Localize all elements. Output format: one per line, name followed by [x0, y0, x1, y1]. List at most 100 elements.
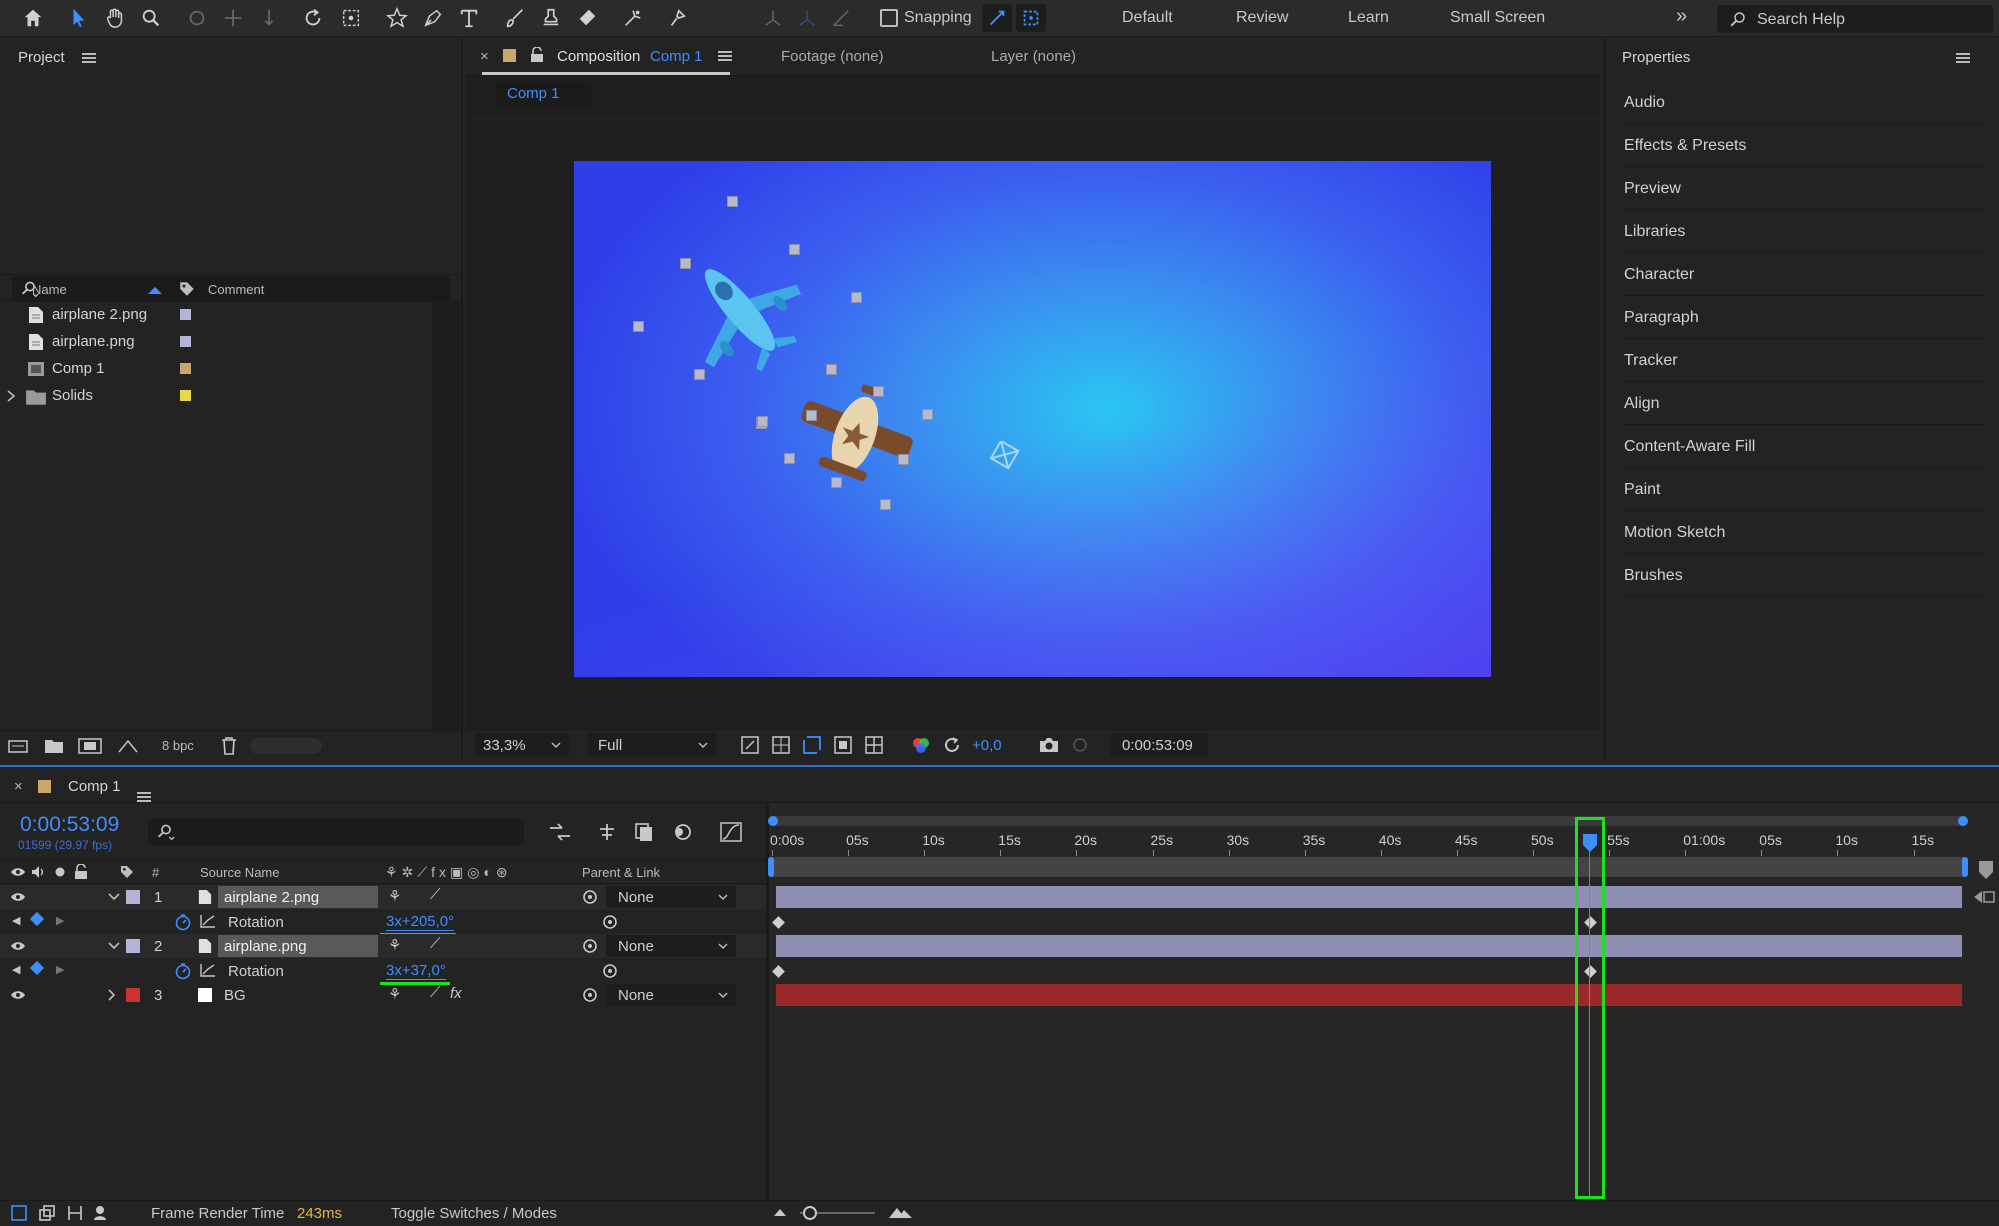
transform-handle[interactable] [784, 453, 795, 464]
new-composition-icon[interactable] [78, 737, 102, 755]
chevron-down-icon[interactable] [108, 893, 120, 901]
transform-handle[interactable] [922, 409, 933, 420]
search-help-field[interactable]: Search Help [1717, 5, 1993, 33]
label-color-swatch[interactable] [126, 988, 140, 1002]
close-tab-icon[interactable]: × [14, 778, 23, 795]
shy-switch-icon[interactable]: ⚘ [388, 985, 401, 1003]
motion-blur-icon[interactable] [671, 821, 693, 843]
panel-item-libraries[interactable]: Libraries [1624, 210, 1984, 253]
chevron-down-icon[interactable] [108, 942, 120, 950]
sort-ascending-icon[interactable] [146, 285, 164, 295]
snap-features-icon[interactable] [1016, 4, 1046, 32]
hand-tool-icon[interactable] [100, 4, 130, 32]
panel-item-motion-sketch[interactable]: Motion Sketch [1624, 511, 1984, 554]
parent-dropdown[interactable]: None [606, 935, 736, 957]
list-item[interactable]: Comp 1 [0, 355, 440, 382]
eye-icon[interactable] [10, 891, 26, 903]
transparency-grid-icon[interactable] [771, 735, 791, 755]
label-color-swatch[interactable] [180, 390, 191, 401]
panel-item-preview[interactable]: Preview [1624, 167, 1984, 210]
column-header-comment[interactable]: Comment [208, 282, 264, 297]
timeline-search-input[interactable] [148, 819, 524, 845]
panel-item-align[interactable]: Align [1624, 382, 1984, 425]
thumbnail-size-slider[interactable] [250, 738, 322, 754]
layer-bar-airplane-2[interactable] [776, 886, 1962, 908]
layer-row[interactable]: 3 BG ⚘ ⟋ fx None [0, 983, 770, 1007]
transform-handle[interactable] [680, 258, 691, 269]
comp-button-icon[interactable] [1972, 888, 1996, 906]
grid-guides-icon[interactable] [864, 735, 884, 755]
render-time-icon[interactable] [92, 1204, 112, 1222]
pick-whip-icon[interactable] [602, 914, 618, 930]
transfer-controls-icon[interactable] [38, 1204, 56, 1222]
fast-previews-icon[interactable] [740, 735, 760, 755]
stopwatch-icon[interactable] [174, 962, 192, 980]
navigator-start-handle[interactable] [768, 816, 778, 826]
transform-handle[interactable] [826, 364, 837, 375]
orbit-tool-icon[interactable] [182, 4, 212, 32]
project-settings-icon[interactable] [116, 737, 140, 755]
audio-icon[interactable] [30, 865, 46, 879]
pick-whip-icon[interactable] [602, 963, 618, 979]
comp-mini-flowchart-icon[interactable] [548, 822, 572, 842]
prev-keyframe-icon[interactable]: ◀ [12, 914, 20, 927]
layer-name-field[interactable]: airplane.png [218, 935, 378, 957]
trash-icon[interactable] [220, 736, 238, 756]
label-color-swatch[interactable] [180, 336, 191, 347]
pick-whip-icon[interactable] [582, 938, 598, 954]
snap-edges-icon[interactable] [982, 4, 1012, 32]
property-row[interactable]: ◀ ▶ Rotation 3x+37,0° [0, 959, 770, 985]
solo-icon[interactable] [54, 866, 66, 878]
transform-handle[interactable] [851, 292, 862, 303]
timeline-current-time[interactable]: 0:00:53:09 [20, 813, 119, 837]
graph-editor-icon[interactable] [719, 821, 743, 843]
panel-menu-icon[interactable] [82, 53, 96, 63]
panel-item-content-aware-fill[interactable]: Content-Aware Fill [1624, 425, 1984, 468]
transform-handle[interactable] [873, 386, 884, 397]
brown-airplane-layer[interactable] [790, 380, 920, 490]
label-color-swatch[interactable] [126, 939, 140, 953]
panel-item-paragraph[interactable]: Paragraph [1624, 296, 1984, 339]
tab-layer[interactable]: Layer (none) [991, 48, 1076, 65]
axis-world-icon[interactable] [792, 4, 822, 32]
reset-exposure-icon[interactable] [942, 735, 962, 755]
layer-bar-bg[interactable] [776, 984, 1962, 1006]
transform-handle[interactable] [694, 369, 705, 380]
zoom-in-icon[interactable] [888, 1204, 914, 1220]
bit-depth-button[interactable]: 8 bpc [162, 738, 194, 753]
toggle-switches-modes-button[interactable]: Toggle Switches / Modes [391, 1205, 557, 1222]
blue-airplane-layer[interactable] [675, 245, 805, 375]
workspace-small-screen[interactable]: Small Screen [1450, 9, 1545, 27]
more-workspaces-icon[interactable]: » [1676, 5, 1687, 28]
column-header-name[interactable]: Name [32, 282, 67, 297]
label-color-swatch[interactable] [180, 363, 191, 374]
tab-footage[interactable]: Footage (none) [781, 48, 884, 65]
property-row[interactable]: ◀ ▶ Rotation 3x+205,0° [0, 910, 770, 936]
comp-breadcrumb[interactable]: Comp 1 [495, 82, 591, 106]
puppet-tool-icon[interactable] [662, 4, 692, 32]
zoom-out-icon[interactable] [772, 1206, 788, 1218]
label-tag-icon[interactable] [118, 864, 136, 880]
transform-handle[interactable] [898, 454, 909, 465]
clone-stamp-tool-icon[interactable] [536, 4, 566, 32]
quality-switch-icon[interactable]: ⟋ [430, 886, 441, 903]
parent-dropdown[interactable]: None [606, 886, 736, 908]
time-navigator-bar[interactable] [768, 816, 1968, 826]
snapping-checkbox[interactable] [880, 9, 898, 27]
interpret-footage-icon[interactable] [8, 738, 28, 754]
layer-row[interactable]: 1 airplane 2.png ⚘ ⟋ None [0, 885, 770, 909]
channels-icon[interactable] [911, 735, 931, 755]
workspace-default[interactable]: Default [1122, 9, 1173, 27]
transform-handle[interactable] [727, 196, 738, 207]
panel-menu-icon[interactable] [137, 792, 151, 802]
panel-item-audio[interactable]: Audio [1624, 81, 1984, 124]
axis-view-icon[interactable] [826, 4, 856, 32]
frame-blending-icon[interactable] [633, 821, 655, 843]
eye-icon[interactable] [10, 940, 26, 952]
rotation-tool-icon[interactable] [298, 4, 328, 32]
show-snapshot-icon[interactable] [1070, 735, 1090, 755]
pick-whip-icon[interactable] [582, 987, 598, 1003]
eye-icon[interactable] [10, 989, 26, 1001]
roto-brush-tool-icon[interactable] [618, 4, 648, 32]
prev-keyframe-icon[interactable]: ◀ [12, 963, 20, 976]
